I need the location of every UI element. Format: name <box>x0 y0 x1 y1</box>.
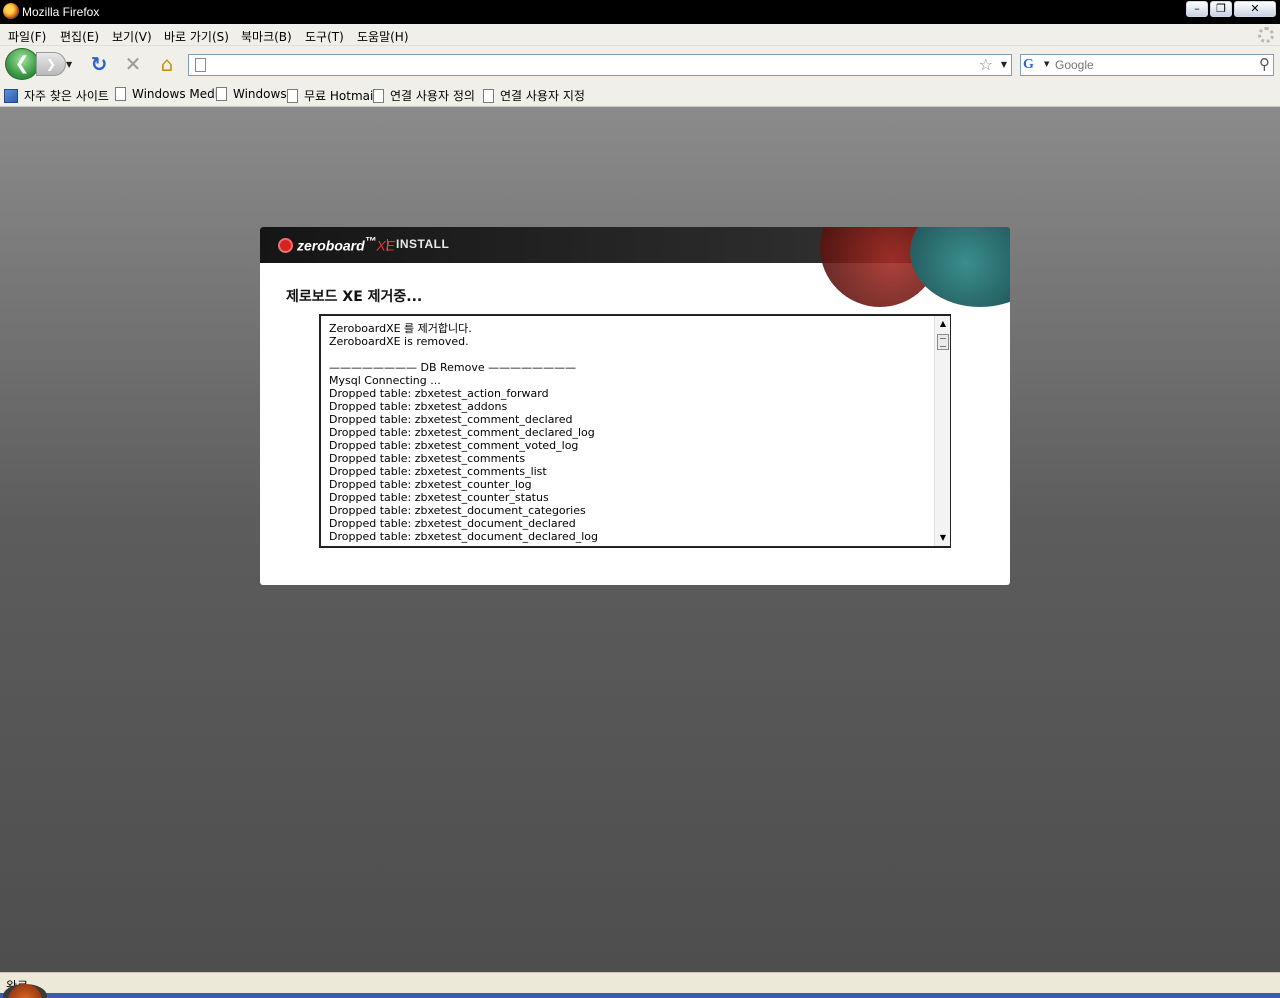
uninstall-log[interactable]: ZeroboardXE 를 제거합니다. ZeroboardXE is remov… <box>319 314 951 548</box>
page-icon <box>115 87 126 101</box>
page-icon <box>287 88 298 103</box>
throbber-icon <box>1258 27 1274 43</box>
menu-go[interactable]: 바로 가기(S) <box>164 28 229 45</box>
page-content: zeroboard™XE INSTALL 제로보드 XE 제거중... Zero… <box>0 107 1280 972</box>
reload-icon[interactable]: ↻ <box>87 52 111 76</box>
stop-icon[interactable]: ✕ <box>121 52 145 76</box>
bookmark-label: 연결 사용자 정의 <box>390 89 475 103</box>
zeroboard-logo-icon <box>278 238 293 253</box>
log-line: Dropped table: zbxetest_comment_voted_lo… <box>329 439 579 452</box>
bookmarks-toolbar: 자주 찾은 사이트 Windows Media Windows 무료 Hotma… <box>0 82 1280 107</box>
forward-button[interactable]: ❯ <box>36 52 66 76</box>
engine-dropdown-icon[interactable]: ▼ <box>1044 60 1049 68</box>
history-dropdown-icon[interactable]: ▼ <box>66 60 72 69</box>
firefox-logo-icon <box>3 3 19 19</box>
menu-file[interactable]: 파일(F) <box>8 28 46 45</box>
bookmark-star-icon[interactable]: ☆ <box>979 55 993 74</box>
search-input[interactable] <box>1055 56 1251 74</box>
window-controls: – ❐ ✕ <box>1186 1 1276 17</box>
menu-view[interactable]: 보기(V) <box>112 28 152 45</box>
log-line: Dropped table: zbxetest_document_categor… <box>329 504 586 517</box>
log-line: Dropped table: zbxetest_addons <box>329 400 508 413</box>
bookmark-label: 연결 사용자 지정 <box>500 89 585 103</box>
install-panel: zeroboard™XE INSTALL 제로보드 XE 제거중... Zero… <box>260 227 1010 585</box>
restore-button[interactable]: ❐ <box>1210 1 1232 17</box>
page-icon <box>373 88 384 103</box>
log-line: ———————— DB Remove ———————— <box>329 361 577 374</box>
bookmark-windows[interactable]: Windows <box>216 87 287 101</box>
page-icon <box>216 87 227 101</box>
menu-edit[interactable]: 편집(E) <box>60 28 99 45</box>
search-bar: G ▼ ⚲ <box>1020 54 1274 76</box>
page-icon <box>483 88 494 103</box>
log-line: Dropped table: zbxetest_comment_declared… <box>329 426 595 439</box>
menu-help[interactable]: 도움말(H) <box>357 28 409 45</box>
search-go-icon[interactable]: ⚲ <box>1259 55 1270 73</box>
scroll-up-icon[interactable]: ▲ <box>935 316 951 332</box>
log-line: Dropped table: zbxetest_document_declare… <box>329 517 576 530</box>
log-line: Mysql Connecting ... <box>329 374 441 387</box>
url-input[interactable] <box>215 56 975 74</box>
bookmark-specify-links[interactable]: 연결 사용자 지정 <box>483 87 585 104</box>
log-line: Dropped table: zbxetest_document_declare… <box>329 530 598 543</box>
logo-text: zeroboard <box>297 237 365 254</box>
menu-tools[interactable]: 도구(T) <box>305 28 344 45</box>
bookmark-label: 무료 Hotmail <box>304 89 377 103</box>
log-text: ZeroboardXE 를 제거합니다. ZeroboardXE is remov… <box>329 322 929 543</box>
log-line: Dropped table: zbxetest_action_forward <box>329 387 549 400</box>
bookmark-label: Windows <box>233 87 287 101</box>
logo-xe: XE <box>376 237 396 254</box>
header-decoration <box>910 227 1010 307</box>
zeroboard-logo: zeroboard™XE <box>297 235 396 254</box>
log-line: Dropped table: zbxetest_comments <box>329 452 526 465</box>
log-scrollbar[interactable]: ▲ ▼ <box>934 316 950 546</box>
bookmark-label: 자주 찾은 사이트 <box>24 89 109 103</box>
menu-bar: 파일(F) 편집(E) 보기(V) 바로 가기(S) 북마크(B) 도구(T) … <box>0 24 1280 46</box>
url-bar: ☆ ▼ <box>188 54 1012 76</box>
install-label: INSTALL <box>396 237 450 251</box>
url-dropdown-icon[interactable]: ▼ <box>1001 60 1007 69</box>
header-divider <box>387 239 388 251</box>
title-bar: Mozilla Firefox – ❐ ✕ <box>0 0 1280 24</box>
panel-header: zeroboard™XE INSTALL <box>260 227 1010 307</box>
bookmark-windows-media[interactable]: Windows Media <box>115 87 225 101</box>
log-line: ZeroboardXE is removed. <box>329 335 469 348</box>
taskbar <box>0 993 1280 998</box>
log-line: ZeroboardXE 를 제거합니다. <box>329 322 472 335</box>
navigation-toolbar: ❮ ❯ ▼ ↻ ✕ ⌂ ☆ ▼ G ▼ ⚲ <box>0 46 1280 82</box>
log-line: Dropped table: zbxetest_counter_log <box>329 478 532 491</box>
page-icon <box>195 58 206 72</box>
minimize-button[interactable]: – <box>1186 1 1208 17</box>
back-button[interactable]: ❮ <box>5 48 39 80</box>
log-line: Dropped table: zbxetest_comments_list <box>329 465 547 478</box>
home-icon[interactable]: ⌂ <box>155 52 179 76</box>
log-line: Dropped table: zbxetest_comment_declared <box>329 413 573 426</box>
menu-bookmarks[interactable]: 북마크(B) <box>241 28 292 45</box>
most-visited-icon <box>4 88 18 103</box>
bookmark-most-visited[interactable]: 자주 찾은 사이트 <box>4 87 109 104</box>
log-line: Dropped table: zbxetest_counter_status <box>329 491 549 504</box>
close-button[interactable]: ✕ <box>1234 1 1276 17</box>
bookmark-label: Windows Media <box>132 87 226 101</box>
page-title: 제로보드 XE 제거중... <box>286 289 423 305</box>
scroll-thumb[interactable] <box>937 334 949 350</box>
scroll-down-icon[interactable]: ▼ <box>935 530 951 546</box>
bookmark-customize-links[interactable]: 연결 사용자 정의 <box>373 87 475 104</box>
bookmark-free-hotmail[interactable]: 무료 Hotmail <box>287 87 377 104</box>
window-title: Mozilla Firefox <box>22 5 100 19</box>
